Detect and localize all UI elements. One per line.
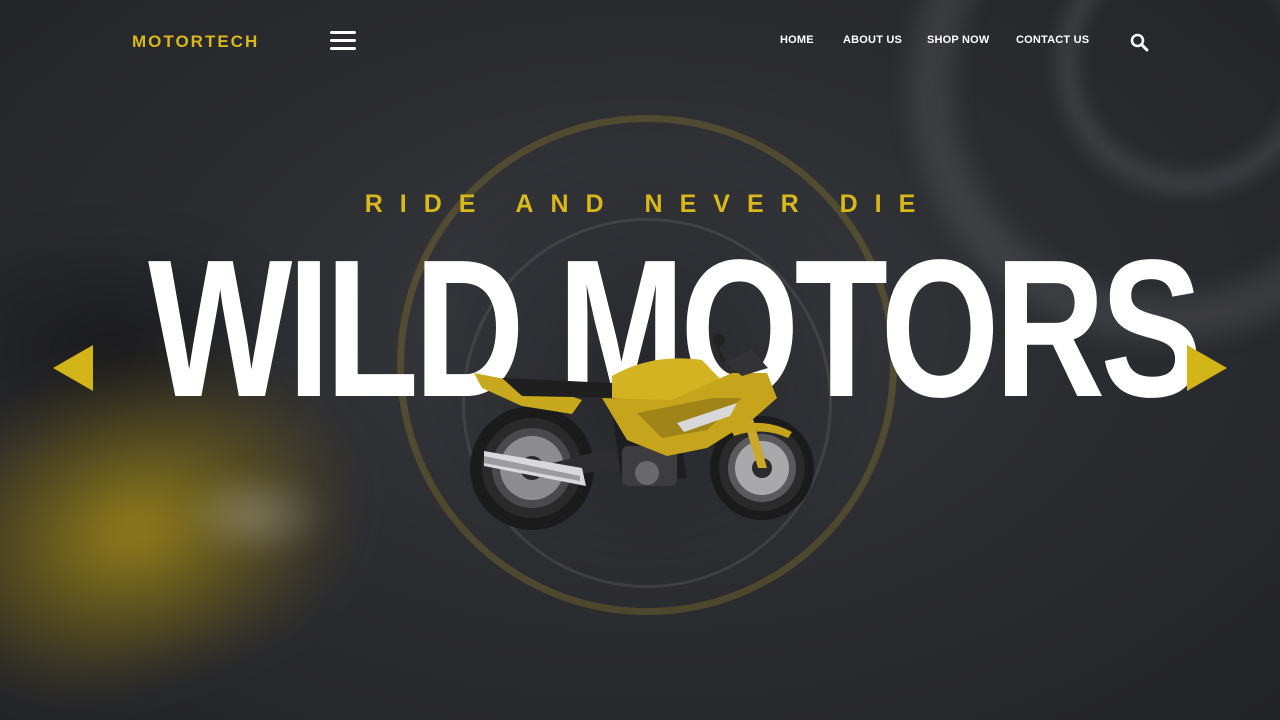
nav-item-home[interactable]: HOME xyxy=(780,34,814,46)
main-navigation: HOME ABOUT US SHOP NOW CONTACT US xyxy=(0,34,1280,50)
hero-page: MOTORTECH HOME ABOUT US SHOP NOW CONTACT… xyxy=(0,0,1280,720)
nav-item-shop-now[interactable]: SHOP NOW xyxy=(927,34,990,46)
background-blur-highlight xyxy=(180,470,330,560)
search-icon[interactable] xyxy=(1130,33,1150,53)
nav-item-about-us[interactable]: ABOUT US xyxy=(843,34,902,46)
triangle-left-arrow-icon[interactable] xyxy=(53,345,93,391)
motorcycle-image xyxy=(470,334,814,530)
triangle-right-arrow-icon[interactable] xyxy=(1187,345,1227,391)
nav-item-contact-us[interactable]: CONTACT US xyxy=(1016,34,1089,46)
